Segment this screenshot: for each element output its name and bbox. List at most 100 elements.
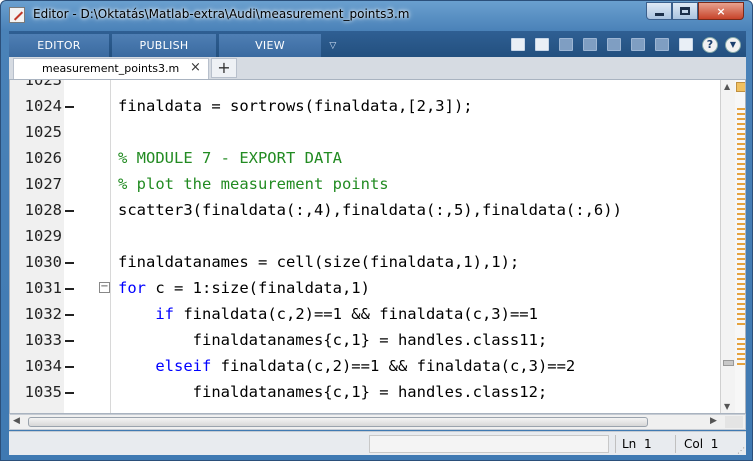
code-fold-toggle-icon[interactable]: − xyxy=(99,282,110,293)
warning-marker[interactable] xyxy=(737,113,745,115)
warning-marker[interactable] xyxy=(737,253,745,255)
collapse-toolstrip-button[interactable]: ▽ xyxy=(326,34,340,57)
horizontal-scroll-thumb[interactable] xyxy=(28,417,648,427)
warning-marker[interactable] xyxy=(737,163,745,165)
vertical-scrollbar[interactable]: ▲ ▼ xyxy=(720,80,735,413)
window-layout-icon[interactable] xyxy=(677,36,695,53)
code-line[interactable]: 1023 xyxy=(10,80,720,93)
title-bar[interactable]: Editor - D:\Oktatás\Matlab-extra\Audi\me… xyxy=(1,1,752,29)
code-line[interactable]: 1029 xyxy=(10,223,720,249)
code-text[interactable]: if finaldata(c,2)==1 && finaldata(c,3)==… xyxy=(118,305,538,323)
executable-line-marker[interactable] xyxy=(65,366,74,368)
code-line[interactable]: 1031 − for c = 1:size(finaldata,1) xyxy=(10,275,720,301)
executable-line-marker[interactable] xyxy=(65,288,74,290)
code-line[interactable]: 1030 finaldatanames = cell(size(finaldata… xyxy=(10,249,720,275)
warning-marker[interactable] xyxy=(737,183,745,185)
warning-marker[interactable] xyxy=(737,243,745,245)
warning-marker[interactable] xyxy=(737,308,745,310)
code-line[interactable]: 1027 % plot the measurement points xyxy=(10,171,720,197)
new-icon[interactable] xyxy=(509,36,527,53)
warning-marker[interactable] xyxy=(737,213,745,215)
code-text[interactable]: finaldatanames = cell(size(finaldata,1),… xyxy=(118,253,519,271)
scroll-left-icon[interactable]: ◀ xyxy=(13,416,20,426)
code-text[interactable]: finaldata = sortrows(finaldata,[2,3]); xyxy=(118,97,473,115)
warning-marker[interactable] xyxy=(737,173,745,175)
warning-marker[interactable] xyxy=(737,228,745,230)
code-line[interactable]: 1033 finaldatanames{c,1} = handles.class… xyxy=(10,327,720,353)
code-text[interactable]: finaldatanames{c,1} = handles.class12; xyxy=(118,383,548,401)
tab-view[interactable]: VIEW xyxy=(219,34,321,57)
redo-icon[interactable] xyxy=(653,36,671,53)
minimize-button[interactable] xyxy=(646,2,672,20)
warning-marker[interactable] xyxy=(737,288,745,290)
tab-publish[interactable]: PUBLISH xyxy=(112,34,216,57)
warning-marker[interactable] xyxy=(737,123,745,125)
tab-close-icon[interactable]: × xyxy=(190,60,201,75)
cut-icon[interactable] xyxy=(557,36,575,53)
code-text[interactable]: finaldatanames{c,1} = handles.class11; xyxy=(118,331,548,349)
warning-marker[interactable] xyxy=(737,118,745,120)
copy-icon[interactable] xyxy=(581,36,599,53)
code-analyzer-status-icon[interactable] xyxy=(736,82,745,92)
warning-marker[interactable] xyxy=(737,128,745,130)
code-line[interactable]: 1024 finaldata = sortrows(finaldata,[2,3]… xyxy=(10,93,720,119)
warning-marker[interactable] xyxy=(737,233,745,235)
code-text[interactable]: % plot the measurement points xyxy=(118,175,389,193)
warning-marker[interactable] xyxy=(737,358,745,360)
warning-marker[interactable] xyxy=(737,278,745,280)
options-icon[interactable]: ▼ xyxy=(724,36,742,53)
executable-line-marker[interactable] xyxy=(65,106,74,108)
file-tab[interactable]: measurement_points3.m × xyxy=(13,58,209,79)
save-icon[interactable] xyxy=(533,36,551,53)
maximize-button[interactable] xyxy=(672,2,698,20)
code-line[interactable]: 1026 % MODULE 7 - EXPORT DATA xyxy=(10,145,720,171)
warning-marker[interactable] xyxy=(737,188,745,190)
paste-icon[interactable] xyxy=(605,36,623,53)
warning-marker[interactable] xyxy=(737,283,745,285)
warning-marker[interactable] xyxy=(737,353,745,355)
vertical-scroll-thumb[interactable] xyxy=(723,360,734,366)
horizontal-scrollbar[interactable]: ◀ ▶ xyxy=(9,414,746,430)
code-line[interactable]: 1034 elseif finaldata(c,2)==1 && finalda… xyxy=(10,353,720,379)
code-analyzer-marker-bar[interactable] xyxy=(735,80,745,413)
code-line[interactable]: 1025 xyxy=(10,119,720,145)
undo-icon[interactable] xyxy=(629,36,647,53)
warning-marker[interactable] xyxy=(737,338,745,340)
resize-grip-icon[interactable]: ⋰ xyxy=(737,446,745,455)
warning-marker[interactable] xyxy=(737,303,745,305)
scroll-right-icon[interactable]: ▶ xyxy=(710,416,717,426)
warning-marker[interactable] xyxy=(737,138,745,140)
executable-line-marker[interactable] xyxy=(65,392,74,394)
warning-marker[interactable] xyxy=(737,203,745,205)
scroll-down-icon[interactable]: ▼ xyxy=(724,402,730,411)
warning-marker[interactable] xyxy=(737,238,745,240)
tab-editor[interactable]: EDITOR xyxy=(9,34,109,57)
code-line[interactable]: 1028 scatter3(finaldata(:,4),finaldata(:,… xyxy=(10,197,720,223)
warning-marker[interactable] xyxy=(737,143,745,145)
warning-marker[interactable] xyxy=(737,348,745,350)
help-icon[interactable]: ? xyxy=(701,36,719,53)
executable-line-marker[interactable] xyxy=(65,262,74,264)
code-line[interactable]: 1035 finaldatanames{c,1} = handles.class… xyxy=(10,379,720,405)
executable-line-marker[interactable] xyxy=(65,314,74,316)
scroll-up-icon[interactable]: ▲ xyxy=(724,82,730,91)
code-text[interactable]: for c = 1:size(finaldata,1) xyxy=(118,279,370,297)
code-editor[interactable]: 1023 1024 finaldata = sortrows(finaldata,[… xyxy=(9,79,746,414)
code-text[interactable]: % MODULE 7 - EXPORT DATA xyxy=(118,149,342,167)
warning-marker[interactable] xyxy=(737,263,745,265)
warning-marker[interactable] xyxy=(737,268,745,270)
warning-marker[interactable] xyxy=(737,198,745,200)
warning-marker[interactable] xyxy=(737,178,745,180)
warning-marker[interactable] xyxy=(737,323,745,325)
warning-marker[interactable] xyxy=(737,248,745,250)
executable-line-marker[interactable] xyxy=(65,340,74,342)
warning-marker[interactable] xyxy=(737,363,745,365)
warning-marker[interactable] xyxy=(737,258,745,260)
warning-marker[interactable] xyxy=(737,313,745,315)
warning-marker[interactable] xyxy=(737,148,745,150)
warning-marker[interactable] xyxy=(737,108,745,110)
warning-marker[interactable] xyxy=(737,208,745,210)
close-button[interactable]: × xyxy=(698,2,744,20)
warning-marker[interactable] xyxy=(737,133,745,135)
warning-marker[interactable] xyxy=(737,298,745,300)
